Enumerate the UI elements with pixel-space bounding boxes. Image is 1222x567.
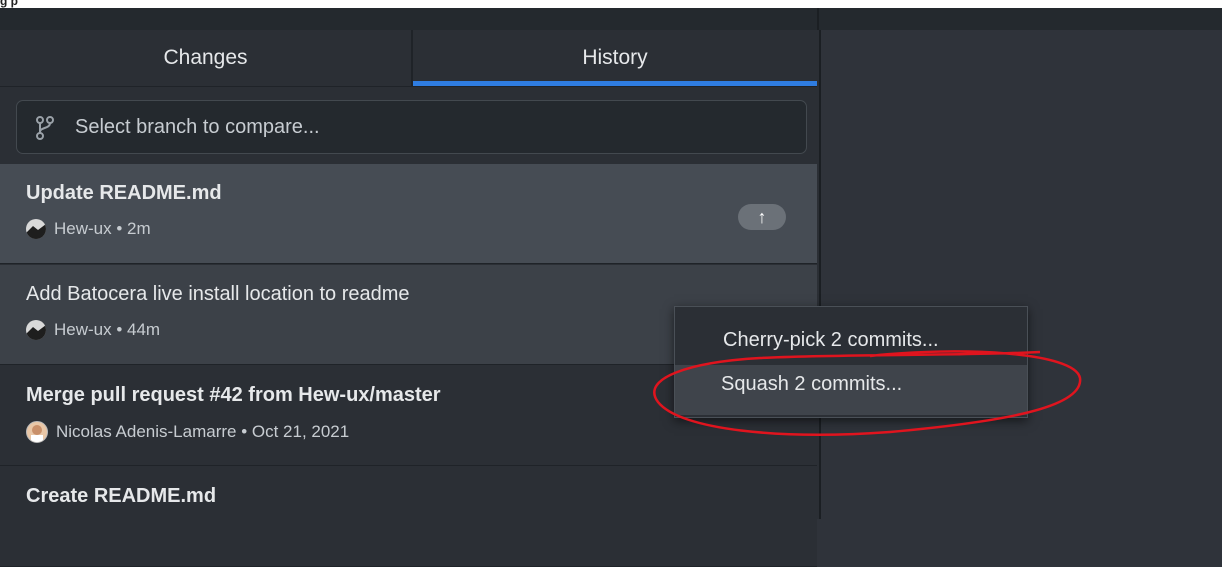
top-band: g p [0,0,1222,8]
active-tab-indicator [413,81,817,86]
tab-history[interactable]: History [413,30,817,86]
commit-title: Create README.md [26,485,217,507]
git-branch-icon [36,116,54,140]
cherry-pick-menu-item[interactable]: Cherry-pick 2 commits... [675,315,1027,365]
commit-meta: Nicolas Adenis-Lamarre • Oct 21, 2021 [26,421,349,443]
menu-item-label: Cherry-pick 2 commits... [723,329,939,351]
commit-author-time: Hew-ux • 2m [54,219,151,238]
tab-changes[interactable]: Changes [0,30,411,86]
commit-row[interactable]: Create README.md [0,467,817,567]
arrow-up-icon: ↑ [738,204,786,230]
toolbar [0,8,1222,30]
avatar [26,421,48,443]
commit-title: Add Batocera live install location to re… [26,283,410,305]
context-menu: Cherry-pick 2 commits... Squash 2 commit… [674,306,1028,418]
commit-row[interactable]: Update README.md Hew-ux • 2m ↑ [0,164,817,264]
commit-meta: Hew-ux • 44m [26,320,160,340]
commit-author-time: Hew-ux • 44m [54,320,161,339]
branch-compare-placeholder: Select branch to compare... [75,116,320,138]
branch-compare-input[interactable]: Select branch to compare... [16,100,807,154]
history-panel: Changes History Select branch to compare… [0,30,819,567]
toolbar-divider [817,8,819,30]
commit-meta: Hew-ux • 2m [26,219,151,239]
tab-bar: Changes History [0,30,817,87]
commit-title: Update README.md [26,182,222,204]
menu-item-label: Squash 2 commits... [721,373,903,395]
squash-menu-item[interactable]: Squash 2 commits... [675,365,1027,415]
avatar [26,219,46,239]
cutoff-text: g p [0,0,18,8]
commit-title: Merge pull request #42 from Hew-ux/maste… [26,384,441,406]
diff-pane [819,30,1222,519]
commit-author-time: Nicolas Adenis-Lamarre • Oct 21, 2021 [56,422,350,441]
avatar [26,320,46,340]
